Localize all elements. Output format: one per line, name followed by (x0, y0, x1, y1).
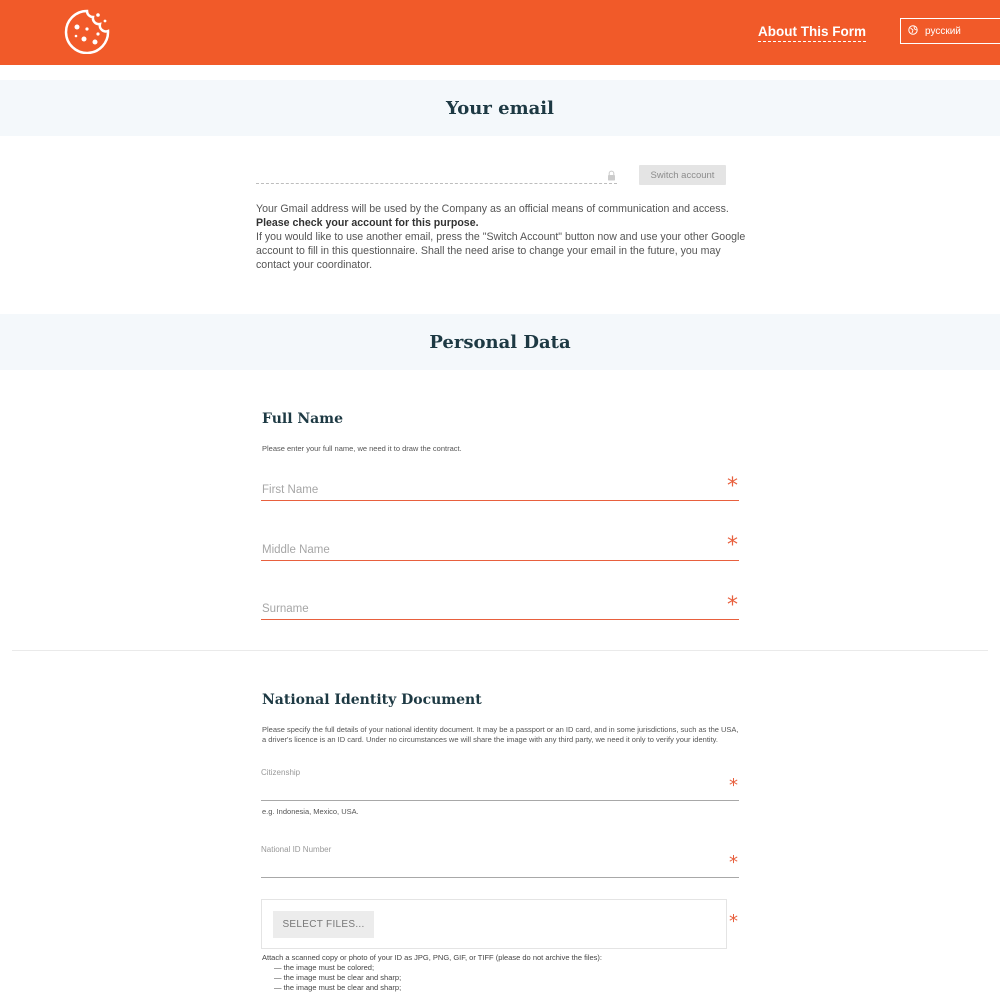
email-info-rest: If you would like to use another email, … (256, 231, 746, 271)
national-id-label: National ID Number (261, 845, 332, 854)
citizenship-label: Citizenship (261, 768, 301, 777)
attach-instructions: Attach a scanned copy or photo of your I… (262, 953, 602, 993)
first-name-placeholder: First Name (262, 484, 319, 496)
identity-description: Please specify the full details of your … (262, 725, 739, 744)
identity-title: National Identity Document (262, 692, 482, 708)
email-info-line1: Your Gmail address will be used by the C… (256, 203, 729, 215)
citizenship-required-marker: * (729, 775, 738, 796)
national-id-field[interactable]: National ID Number (261, 845, 739, 878)
attach-rule: — the image must be colored; (274, 963, 375, 972)
surname-field[interactable]: Surname (261, 594, 739, 620)
email-info-text: Your Gmail address will be used by the C… (256, 202, 746, 272)
lock-icon (607, 168, 616, 181)
globe-icon (908, 24, 918, 38)
email-section-header: Your email (0, 80, 1000, 136)
email-section-title: Your email (446, 97, 554, 119)
middle-name-field[interactable]: Middle Name (261, 535, 739, 561)
language-selector[interactable]: русский (900, 18, 1000, 44)
citizenship-hint: e.g. Indonesia, Mexico, USA. (262, 807, 359, 816)
first-name-required-marker: * (727, 474, 738, 499)
full-name-description: Please enter your full name, we need it … (262, 444, 462, 453)
citizenship-field[interactable]: Citizenship (261, 768, 739, 801)
attach-info-text: Attach a scanned copy or photo of your I… (262, 953, 603, 962)
personal-data-title: Personal Data (429, 331, 571, 353)
language-label: русский (925, 25, 961, 37)
file-upload-area[interactable]: SELECT FILES... (261, 899, 727, 949)
email-field[interactable] (256, 168, 617, 184)
upload-required-marker: * (729, 911, 738, 932)
email-info-bold: Please check your account for this purpo… (256, 217, 479, 229)
personal-data-header: Personal Data (0, 314, 1000, 370)
full-name-title: Full Name (262, 411, 343, 427)
switch-account-button[interactable]: Switch account (639, 165, 726, 185)
attach-rule: — the image must be clear and sharp; (274, 973, 402, 982)
middle-name-required-marker: * (727, 533, 738, 558)
header-bar: About This Form русский (0, 0, 1000, 65)
surname-placeholder: Surname (262, 603, 309, 615)
surname-required-marker: * (727, 593, 738, 618)
first-name-field[interactable]: First Name (261, 475, 739, 501)
section-divider (12, 650, 988, 651)
about-form-link[interactable]: About This Form (758, 24, 866, 42)
cookie-icon[interactable] (63, 8, 111, 55)
attach-rule: — the image must be clear and sharp; (274, 983, 402, 992)
national-id-required-marker: * (729, 852, 738, 873)
select-files-button[interactable]: SELECT FILES... (273, 911, 374, 938)
middle-name-placeholder: Middle Name (262, 544, 330, 556)
